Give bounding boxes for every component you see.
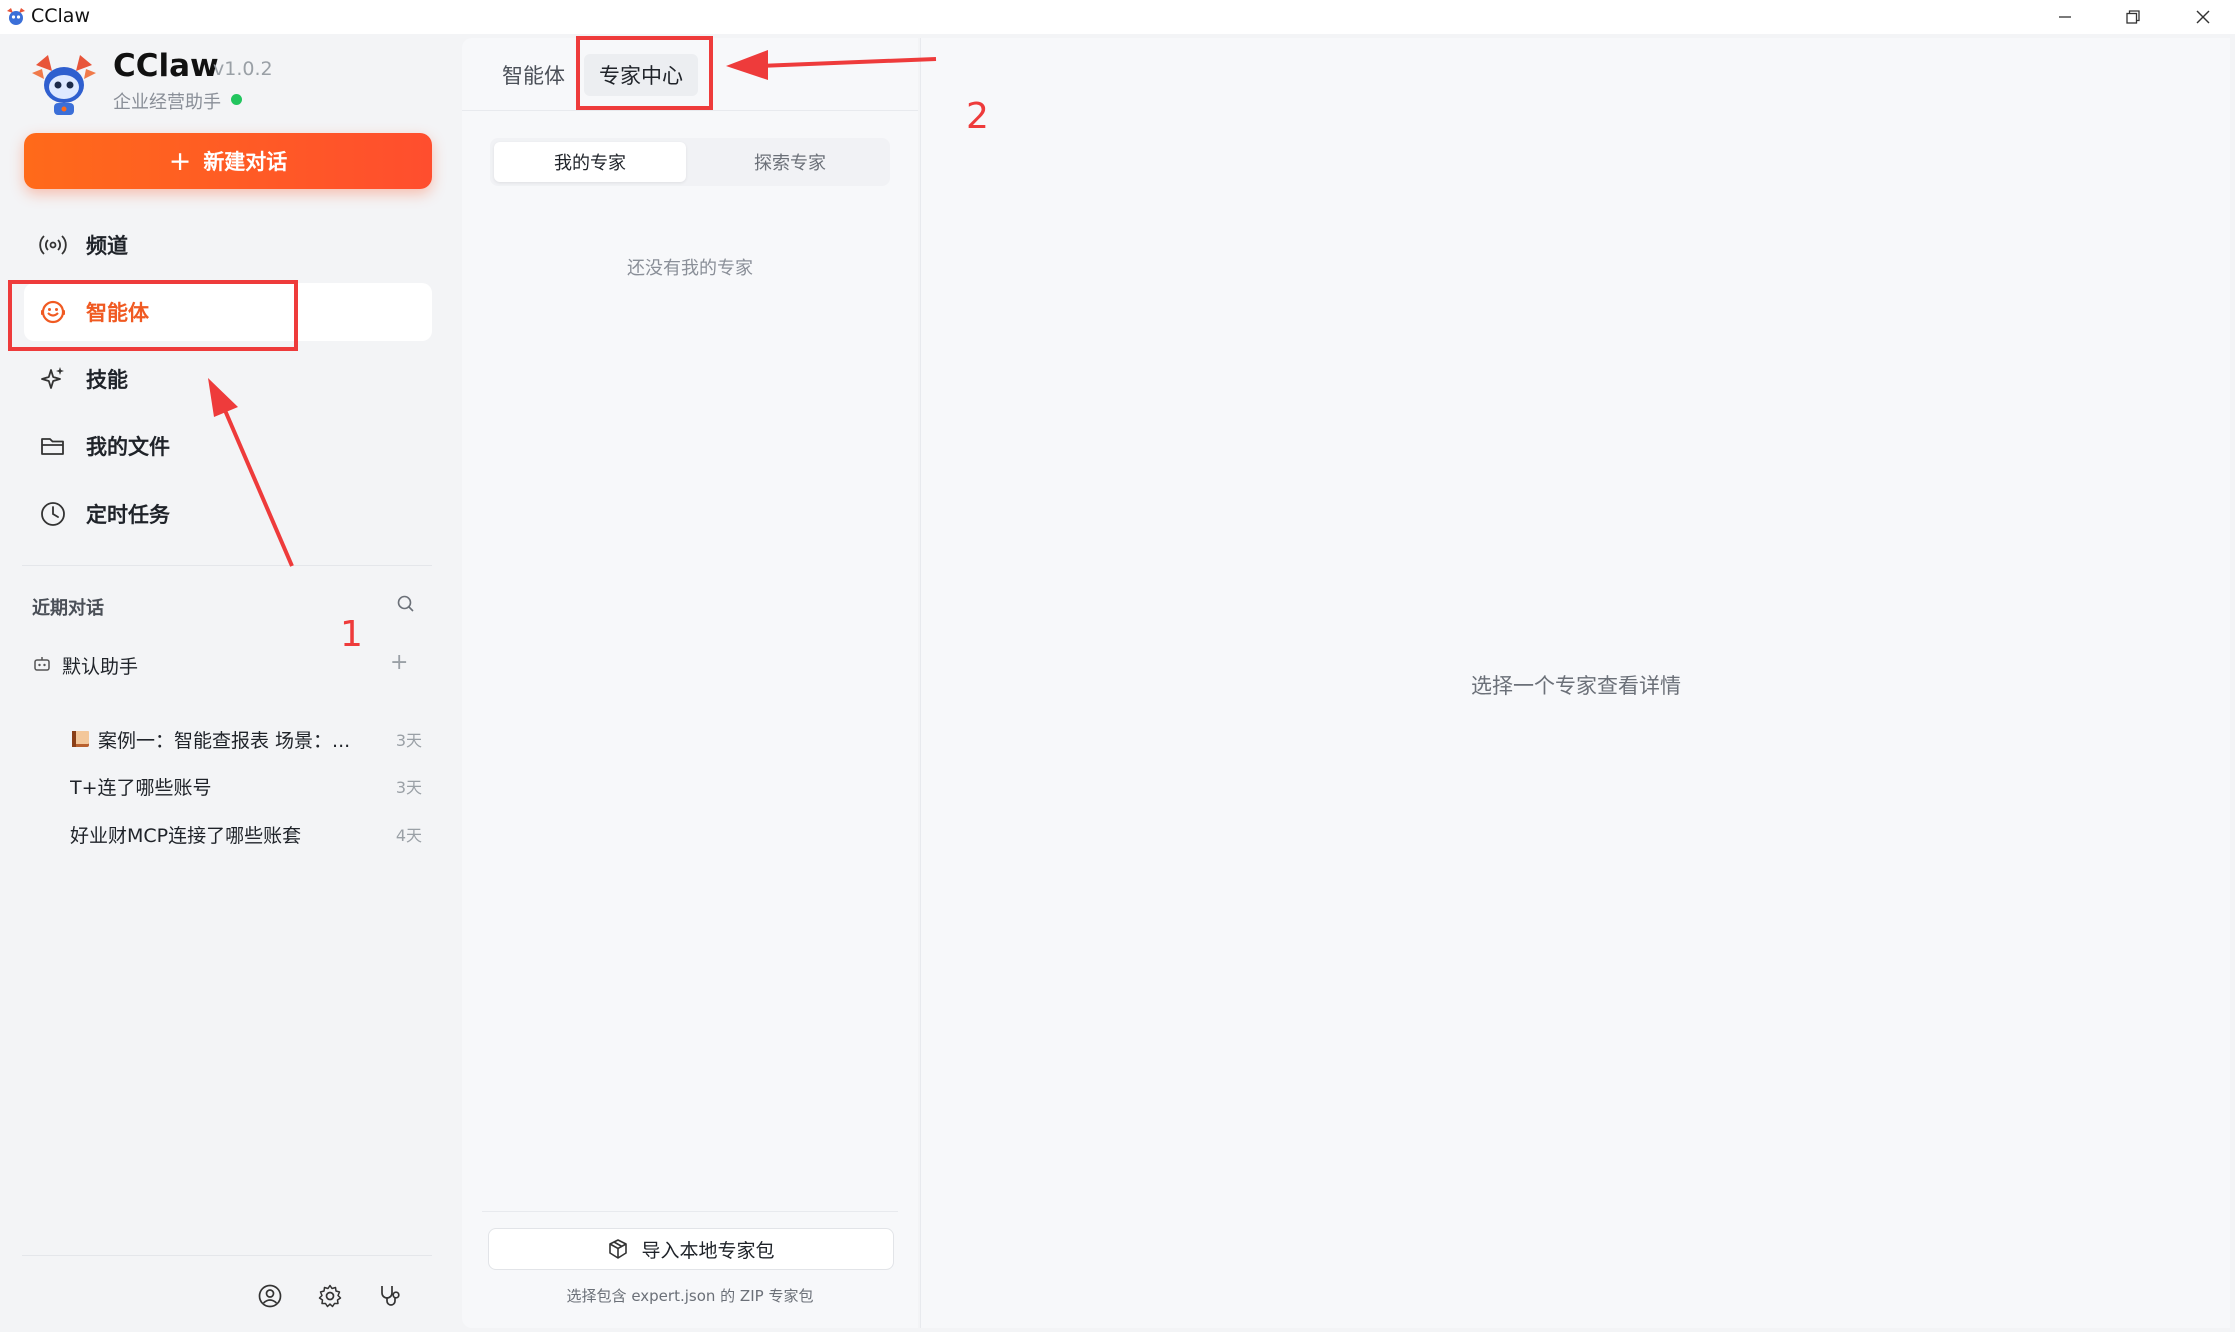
new-chat-button[interactable]: + 新建对话: [24, 133, 432, 189]
user-icon[interactable]: [256, 1282, 284, 1310]
annotation-number-2: 2: [966, 96, 989, 137]
expert-list-panel: 智能体 专家中心 我的专家 探索专家 还没有我的专家 导入本地专家包 选择包含 …: [462, 38, 918, 1328]
minimize-icon: [2059, 16, 2071, 18]
conversation-title: 好业财MCP连接了哪些账套: [70, 824, 302, 847]
app-logo-icon: [7, 8, 25, 25]
sparkle-icon: [38, 364, 68, 394]
conversation-item[interactable]: 好业财MCP连接了哪些账套 4天: [70, 817, 422, 851]
brand-logo-icon: [32, 55, 96, 115]
empty-state-text: 还没有我的专家: [627, 258, 753, 279]
nav-item-channels[interactable]: 频道: [24, 216, 432, 274]
new-chat-label: 新建对话: [203, 150, 288, 174]
divider: [462, 110, 918, 111]
import-hint-text: 选择包含 expert.json 的 ZIP 专家包: [566, 1287, 814, 1305]
close-button[interactable]: [2168, 0, 2235, 34]
divider: [22, 565, 432, 566]
tab-agents[interactable]: 智能体: [502, 60, 565, 90]
restore-icon: [2126, 10, 2140, 24]
nav-label: 定时任务: [86, 503, 170, 527]
restore-button[interactable]: [2098, 0, 2168, 34]
nav-item-my-files[interactable]: 我的文件: [24, 417, 432, 475]
assistant-group[interactable]: 默认助手: [32, 652, 138, 679]
annotation-box-agents: [8, 280, 298, 351]
segment-my-experts[interactable]: 我的专家: [494, 142, 686, 182]
divider: [22, 1255, 432, 1256]
plus-icon: +: [168, 145, 192, 177]
broadcast-icon: [38, 230, 68, 260]
annotation-number-1: 1: [340, 614, 363, 655]
nav-item-scheduled-tasks[interactable]: 定时任务: [24, 485, 432, 543]
sidebar-footer: [256, 1282, 436, 1310]
settings-icon[interactable]: [316, 1282, 344, 1310]
book-icon: [70, 728, 92, 750]
brand-version: v1.0.2: [213, 58, 273, 80]
clock-icon: [38, 499, 68, 529]
bot-icon: [32, 654, 52, 678]
title-bar: CClaw: [0, 0, 2235, 34]
divider: [482, 1211, 898, 1212]
expert-segment-control: 我的专家 探索专家: [490, 138, 890, 186]
add-conversation-icon[interactable]: +: [390, 650, 408, 675]
online-status-indicator: [231, 94, 242, 105]
nav-label: 技能: [86, 368, 128, 392]
recent-chats-title: 近期对话: [32, 598, 104, 619]
nav-label: 我的文件: [86, 435, 170, 459]
conversation-title: T+连了哪些账号: [70, 776, 212, 799]
nav-item-skills[interactable]: 技能: [24, 350, 432, 408]
conversation-time: 3天: [395, 731, 422, 750]
package-icon: [607, 1238, 629, 1260]
annotation-box-expert-center: [576, 36, 713, 110]
expert-detail-panel: 选择一个专家查看详情: [920, 38, 2230, 1328]
brand-name: CClaw: [113, 48, 219, 84]
assistant-group-label: 默认助手: [62, 656, 139, 678]
conversation-time: 3天: [395, 778, 422, 797]
conversation-title: 案例一：智能查报表 场景：...: [98, 729, 351, 752]
segment-explore-experts[interactable]: 探索专家: [694, 142, 886, 182]
sidebar: CClaw v1.0.2 企业经营助手 + 新建对话 频道 智能体 技能 我的文…: [0, 34, 456, 1332]
conversation-time: 4天: [395, 826, 422, 845]
conversation-item[interactable]: T+连了哪些账号 3天: [70, 769, 422, 803]
search-icon[interactable]: [396, 594, 416, 618]
nav-label: 频道: [86, 234, 128, 258]
minimize-button[interactable]: [2030, 0, 2100, 34]
stethoscope-icon[interactable]: [376, 1282, 404, 1310]
conversation-item[interactable]: 案例一：智能查报表 场景：... 3天: [70, 722, 422, 756]
close-icon: [2196, 10, 2210, 24]
detail-empty-text: 选择一个专家查看详情: [1471, 674, 1681, 698]
import-expert-pack-label: 导入本地专家包: [641, 1239, 775, 1262]
folder-icon: [38, 431, 68, 461]
import-expert-pack-button[interactable]: 导入本地专家包: [488, 1228, 894, 1270]
brand-subtitle: 企业经营助手: [113, 92, 221, 113]
window-title: CClaw: [31, 5, 90, 27]
